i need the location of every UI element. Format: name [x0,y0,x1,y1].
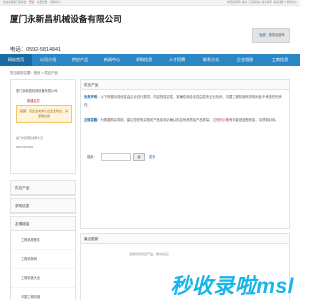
breadcrumb: 您当前的位置：首页 > 供应产品 [10,71,58,75]
side-link-item[interactable]: 工程机械大全 [11,269,75,288]
search-label: 搜索： [87,155,97,159]
side-link-item[interactable]: 工程机械配件 [11,231,75,250]
nav-item-jobs[interactable]: 人才招聘 [160,54,194,66]
disclaimer-text: 免责声明：以下所展示的信息由企业自行提供，内容的真实性、准确性和合法性由发布企业… [84,94,288,109]
company-card: 厦门永新昌机械设备有限公司 普通会员 提醒：该企业尚未认证企业信息，请谨慎交易 … [10,79,76,174]
phone-line: 电话：0592-5814841 [10,45,61,53]
phone-label: 电话： [10,47,27,53]
company-card-name: 厦门永新昌机械设备有限公司 [16,89,58,93]
main-nav: 网站首页 公司介绍 供应产品 新闻中心 求购信息 人才招聘 联系方式 企业相册 … [0,54,300,66]
member-badge: 普通会员 [27,99,40,103]
search-button[interactable]: 搜 [133,153,145,161]
nav-item-business-info[interactable]: 工商信息 [262,54,298,66]
welcome-text: 欢迎来到厦门永新昌 [3,1,27,4]
side-link-item[interactable]: 工程机械网 [11,250,75,269]
nav-item-contact[interactable]: 联系方式 [194,54,228,66]
supply-products-panel: 供应产品 免责声明：以下所展示的信息由企业自行提供，内容的真实性、准确性和合法性… [80,79,290,256]
tip-body: 为规避购买风险，建议您在购买相关产品前务必确认供应商资质及产品质量。 [100,118,213,122]
side-links-title: 友情链接 [11,217,75,231]
disclaimer-label: 免责声明： [84,95,101,99]
login-operator-button[interactable]: 免费 登录运营商 [252,28,290,43]
company-phone: 0592-5814841 [16,146,34,149]
supply-products-title: 供应产品 [81,80,289,90]
tip-more: 有可能是虚假信息，请谨慎对待。 [229,118,279,122]
nav-item-purchase[interactable]: 求购信息 [128,54,160,66]
nav-item-about[interactable]: 公司介绍 [32,54,64,66]
site-watermark: 秒收录啦msl [144,270,294,298]
side-links-section: 友情链接 工程机械配件 工程机械网 工程机械大全 中国工程机械 [10,216,76,300]
latest-title: 最近更新 [81,234,289,244]
nav-item-news[interactable]: 新闻中心 [96,54,128,66]
tip-label: 友情提醒： [84,118,101,122]
company-address: 厦门市思明区湖里大道 [16,137,43,140]
side-products-section: 供应产品 [10,180,76,196]
tip-text: 友情提醒：为规避购买风险，建议您在购买相关产品前务必确认供应商资质及产品质量。过… [84,117,288,125]
product-search-input[interactable] [101,153,131,161]
side-products-title[interactable]: 供应产品 [11,181,75,195]
help-link[interactable]: 帮助中心 [50,1,60,4]
phone-number: 0592-5814841 [26,47,61,53]
watermark-text: 秒收录啦msl [170,275,294,298]
nav-item-home[interactable]: 网站首页 [0,54,32,66]
disclaimer-body: 以下所展示的信息由企业自行提供，内容的真实性、准确性和合法性由发布企业负责。中国… [84,95,282,107]
login-link[interactable]: 登录 [29,1,34,4]
verification-notice: 提醒：该企业尚未认证企业信息，请谨慎交易 [16,105,72,123]
more-link[interactable]: 更多 [149,154,155,159]
company-title: 厦门永新昌机械设备有限公司 [10,14,122,24]
side-purchase-section: 求购信息 [10,198,76,214]
login-tag: 免费 [257,33,268,38]
side-link-item[interactable]: 中国工程机械 [11,288,75,300]
side-purchase-title[interactable]: 求购信息 [11,199,75,213]
tip-warning: 过低的价格 [212,118,230,122]
nav-item-products[interactable]: 供应产品 [64,54,96,66]
register-link[interactable]: 免费注册 [37,1,47,4]
nav-item-album[interactable]: 企业相册 [228,54,262,66]
page-header: 厦门永新昌机械设备有限公司 电话：0592-5814841 免费 登录运营商 [0,6,300,53]
login-operator-label: 登录运营商 [268,33,285,37]
